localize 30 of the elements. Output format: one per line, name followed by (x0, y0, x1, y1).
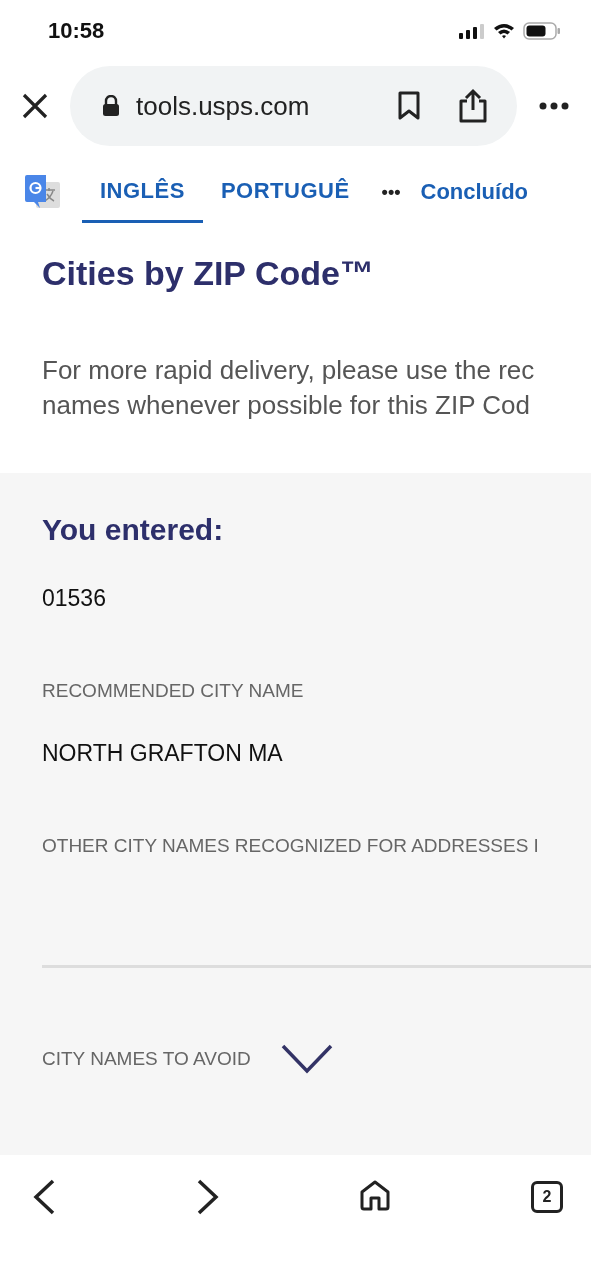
forward-icon[interactable] (195, 1179, 220, 1215)
address-bar[interactable]: tools.usps.com (70, 66, 517, 146)
bookmark-icon[interactable] (397, 91, 421, 121)
avoid-toggle[interactable]: CITY NAMES TO AVOID (42, 1048, 251, 1070)
page-title: Cities by ZIP Code™ (42, 254, 375, 293)
close-icon[interactable] (22, 93, 48, 119)
status-time: 10:58 (48, 18, 105, 44)
wifi-icon (493, 23, 515, 39)
chevron-icon[interactable] (280, 1044, 333, 1074)
battery-icon (523, 22, 561, 40)
more-languages-button[interactable]: ••• (381, 181, 401, 203)
language-tab[interactable]: INGLÊS (82, 161, 203, 223)
tabs-button[interactable]: 2 (530, 1181, 563, 1213)
lock-icon (102, 95, 120, 117)
intro-text: names whenever possible for this ZIP Cod (42, 389, 531, 422)
field-label: OTHER CITY NAMES RECOGNIZED FOR ADDRESSES I (42, 835, 540, 857)
back-icon[interactable] (32, 1179, 56, 1215)
share-icon[interactable] (457, 88, 489, 124)
language-tab[interactable]: PORTUGUÊ (202, 161, 368, 223)
translate-icon (24, 174, 62, 210)
done-button[interactable]: Concluído (420, 179, 529, 205)
field-label: RECOMMENDED CITY NAME (42, 680, 305, 702)
section-heading: You entered: (42, 513, 225, 547)
signal-icon (459, 23, 485, 39)
url-text: tools.usps.com (136, 90, 311, 122)
more-icon[interactable] (539, 102, 569, 110)
home-icon[interactable] (359, 1179, 392, 1211)
zip-value: 01536 (42, 585, 107, 612)
city-value: NORTH GRAFTON MA (42, 740, 284, 767)
intro-text: For more rapid delivery, please use the rec (42, 354, 536, 387)
